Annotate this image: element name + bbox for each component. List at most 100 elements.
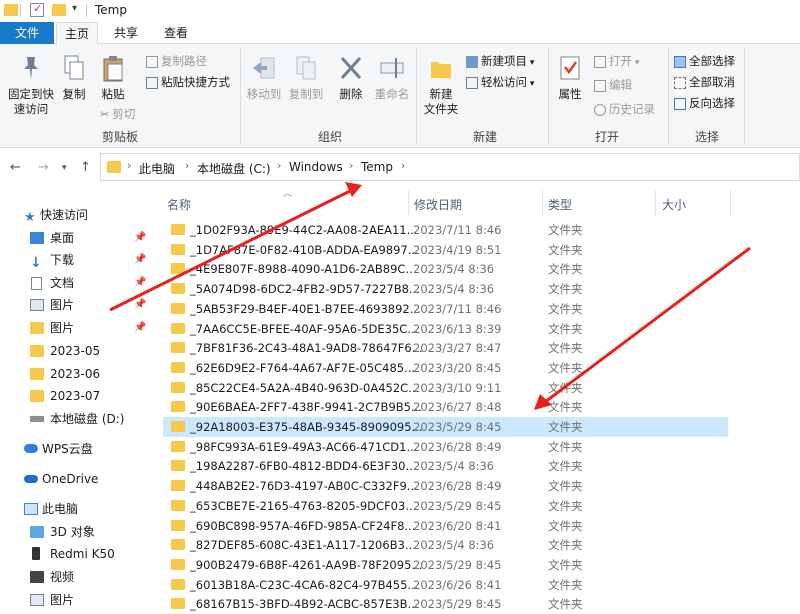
column-header-name[interactable]: 名称 bbox=[167, 196, 191, 213]
file-row[interactable]: _1D02F93A-89E9-44C2-AA08-2AEA11... 2023/7… bbox=[163, 220, 728, 240]
rename-button[interactable]: 重命名 bbox=[372, 54, 412, 102]
move-to-button[interactable]: 移动到 bbox=[244, 54, 284, 102]
sidebar-item-pictures-2[interactable]: 图片 bbox=[0, 589, 150, 611]
select-all-button[interactable]: 全部选择 bbox=[674, 53, 735, 69]
paste-button[interactable]: 粘贴 bbox=[96, 54, 130, 102]
pin-icon[interactable]: 📌 bbox=[134, 317, 146, 339]
sidebar-item-wps-cloud[interactable]: WPS云盘 bbox=[0, 438, 150, 460]
sidebar-item-downloads[interactable]: ↓ 下载 📌 bbox=[0, 249, 150, 271]
new-item-button[interactable]: 新建项目 ▾ bbox=[466, 53, 534, 69]
delete-button[interactable]: 删除 bbox=[334, 54, 368, 102]
cut-button[interactable]: ✂ 剪切 bbox=[100, 106, 135, 122]
file-row[interactable]: _6013B18A-C23C-4CA6-82C4-97B455... 2023/6… bbox=[163, 575, 728, 595]
sidebar-item-pictures[interactable]: 图片 📌 bbox=[0, 294, 150, 316]
chevron-right-icon[interactable]: › bbox=[127, 159, 131, 172]
easy-access-button[interactable]: 轻松访问 ▾ bbox=[466, 74, 534, 90]
file-type: 文件夹 bbox=[548, 518, 583, 533]
invert-selection-button[interactable]: 反向选择 bbox=[674, 95, 735, 111]
column-header-type[interactable]: 类型 bbox=[548, 196, 572, 213]
file-row[interactable]: _7BF81F36-2C43-48A1-9AD8-78647F6... 2023/… bbox=[163, 338, 728, 358]
paste-shortcut-button[interactable]: 粘贴快捷方式 bbox=[146, 74, 230, 90]
file-row[interactable]: _85C22CE4-5A2A-4B40-963D-0A452C... 2023/3… bbox=[163, 378, 728, 398]
column-header-size[interactable]: 大小 bbox=[662, 196, 686, 213]
pin-icon[interactable]: 📌 bbox=[134, 249, 146, 271]
sidebar-item-2023-05[interactable]: 2023-05 bbox=[0, 340, 150, 362]
sidebar-item-videos[interactable]: 视频 bbox=[0, 566, 150, 588]
copy-path-button[interactable]: 复制路径 bbox=[146, 53, 207, 69]
file-row[interactable]: _1D7AF87E-0F82-410B-ADDA-EA9897... 2023/4… bbox=[163, 240, 728, 260]
ribbon: 固定到快 速访问 复制 粘贴 复制路径 粘贴快捷方式 ✂ 剪切 剪贴板 移动到 复… bbox=[0, 44, 800, 148]
sidebar-item-onedrive[interactable]: OneDrive bbox=[0, 468, 150, 490]
sidebar-item-desktop[interactable]: 桌面 📌 bbox=[0, 227, 150, 249]
back-arrow-icon[interactable]: ← bbox=[10, 160, 21, 175]
file-row[interactable]: _7AA6CC5E-BFEE-40AF-95A6-5DE35C... 2023/6… bbox=[163, 319, 728, 339]
file-row[interactable]: _62E6D9E2-F764-4A67-AF7E-05C485... 2023/3… bbox=[163, 358, 728, 378]
pin-to-quick-access-button[interactable]: 固定到快 速访问 bbox=[2, 54, 60, 117]
pin-icon[interactable]: 📌 bbox=[134, 227, 146, 249]
file-row[interactable]: _198A2287-6FB0-4812-BDD4-6E3F30... 2023/5… bbox=[163, 456, 728, 476]
column-separator[interactable] bbox=[408, 190, 409, 216]
invert-selection-icon bbox=[674, 97, 686, 110]
file-row[interactable]: _653CBE7E-2165-4763-8205-9DCF03... 2023/5… bbox=[163, 496, 728, 516]
chevron-right-icon[interactable]: › bbox=[349, 159, 353, 172]
pin-icon[interactable]: 📌 bbox=[134, 294, 146, 316]
sidebar-item-redmi-k50[interactable]: Redmi K50 bbox=[0, 543, 150, 565]
file-row[interactable]: _5A074D98-6DC2-4FB2-9D57-7227B8... 2023/5… bbox=[163, 279, 728, 299]
file-name: _690BC898-957A-46FD-985A-CF24F8... bbox=[190, 518, 416, 533]
file-row[interactable]: _448AB2E2-76D3-4197-AB0C-C332F9... 2023/6… bbox=[163, 476, 728, 496]
new-folder-button[interactable]: 新建 文件夹 bbox=[420, 54, 462, 117]
file-row[interactable]: _90E6BAEA-2FF7-438F-9941-2C7B9B5... 2023/… bbox=[163, 397, 728, 417]
file-row[interactable]: _900B2479-6B8F-4261-AA9B-78F2095... 2023/… bbox=[163, 555, 728, 575]
file-row[interactable]: _5AB53F29-B4EF-40E1-B7EE-4693892... 2023/… bbox=[163, 299, 728, 319]
tab-file[interactable]: 文件 bbox=[0, 22, 54, 44]
column-separator[interactable] bbox=[542, 190, 543, 216]
sidebar-item-2023-06[interactable]: 2023-06 bbox=[0, 363, 150, 385]
new-folder-quick-icon[interactable] bbox=[52, 4, 66, 16]
history-button[interactable]: 历史记录 bbox=[594, 101, 655, 117]
breadcrumb-this-pc[interactable]: 此电脑 bbox=[139, 160, 175, 177]
file-row[interactable]: _92A18003-E375-48AB-9345-8909095... 2023/… bbox=[163, 417, 728, 437]
sidebar-item-documents[interactable]: 文档 📌 bbox=[0, 272, 150, 294]
folder-icon bbox=[107, 161, 121, 173]
file-row[interactable]: _68167B15-3BFD-4B92-ACBC-857E3B... 2023/5… bbox=[163, 594, 728, 614]
tab-view[interactable]: 查看 bbox=[152, 22, 200, 44]
sidebar-item-local-disk-d[interactable]: 本地磁盘 (D:) bbox=[0, 408, 150, 430]
file-row[interactable]: _690BC898-957A-46FD-985A-CF24F8... 2023/6… bbox=[163, 516, 728, 536]
column-separator[interactable] bbox=[655, 190, 656, 216]
chevron-right-icon[interactable]: › bbox=[401, 159, 405, 172]
breadcrumb-local-disk-c[interactable]: 本地磁盘 (C:) bbox=[197, 160, 271, 177]
pin-icon[interactable]: 📌 bbox=[134, 272, 146, 294]
properties-quick-icon[interactable]: ✓ bbox=[30, 2, 44, 17]
properties-label: 属性 bbox=[558, 87, 582, 101]
properties-button[interactable]: 属性 bbox=[552, 54, 588, 102]
address-bar[interactable]: › 此电脑 › 本地磁盘 (C:) › Windows › Temp › bbox=[100, 153, 800, 181]
sidebar-item-3d-objects[interactable]: 3D 对象 bbox=[0, 521, 150, 543]
copy-to-button[interactable]: 复制到 bbox=[286, 54, 326, 102]
edit-button[interactable]: 编辑 bbox=[594, 77, 632, 93]
sidebar-item-pictures-folder[interactable]: 图片 📌 bbox=[0, 317, 150, 339]
sidebar-item-quick-access[interactable]: ★ 快速访问 bbox=[0, 204, 150, 226]
video-icon bbox=[30, 571, 44, 583]
file-row[interactable]: _827DEF85-608C-43E1-A117-1206B3... 2023/5… bbox=[163, 535, 728, 555]
chevron-right-icon[interactable]: › bbox=[277, 159, 281, 172]
breadcrumb-windows[interactable]: Windows bbox=[289, 160, 343, 174]
sidebar-item-2023-07[interactable]: 2023-07 bbox=[0, 385, 150, 407]
select-none-button[interactable]: 全部取消 bbox=[674, 74, 735, 90]
recent-locations-icon[interactable]: ▾ bbox=[62, 163, 67, 173]
open-button[interactable]: 打开 ▾ bbox=[594, 53, 639, 69]
tab-home[interactable]: 主页 bbox=[56, 22, 98, 45]
sidebar-item-this-pc[interactable]: 此电脑 bbox=[0, 498, 150, 520]
breadcrumb-temp[interactable]: Temp bbox=[361, 160, 393, 174]
up-arrow-icon[interactable]: ↑ bbox=[80, 160, 91, 175]
file-row[interactable]: _4E9E807F-8988-4090-A1D6-2AB89C... 2023/5… bbox=[163, 259, 728, 279]
tab-share[interactable]: 共享 bbox=[104, 22, 148, 44]
customize-quick-access-icon[interactable]: ▾ bbox=[72, 3, 77, 14]
file-row[interactable]: _98FC993A-61E9-49A3-AC66-471CD1... 2023/6… bbox=[163, 437, 728, 457]
forward-arrow-icon[interactable]: → bbox=[38, 160, 49, 175]
file-date: 2023/5/4 8:36 bbox=[413, 262, 495, 277]
copy-button[interactable]: 复制 bbox=[60, 54, 88, 102]
file-name: _7BF81F36-2C43-48A1-9AD8-78647F6... bbox=[190, 341, 423, 356]
column-header-date[interactable]: 修改日期 bbox=[414, 196, 462, 213]
chevron-right-icon[interactable]: › bbox=[185, 159, 189, 172]
column-separator[interactable] bbox=[730, 190, 731, 216]
